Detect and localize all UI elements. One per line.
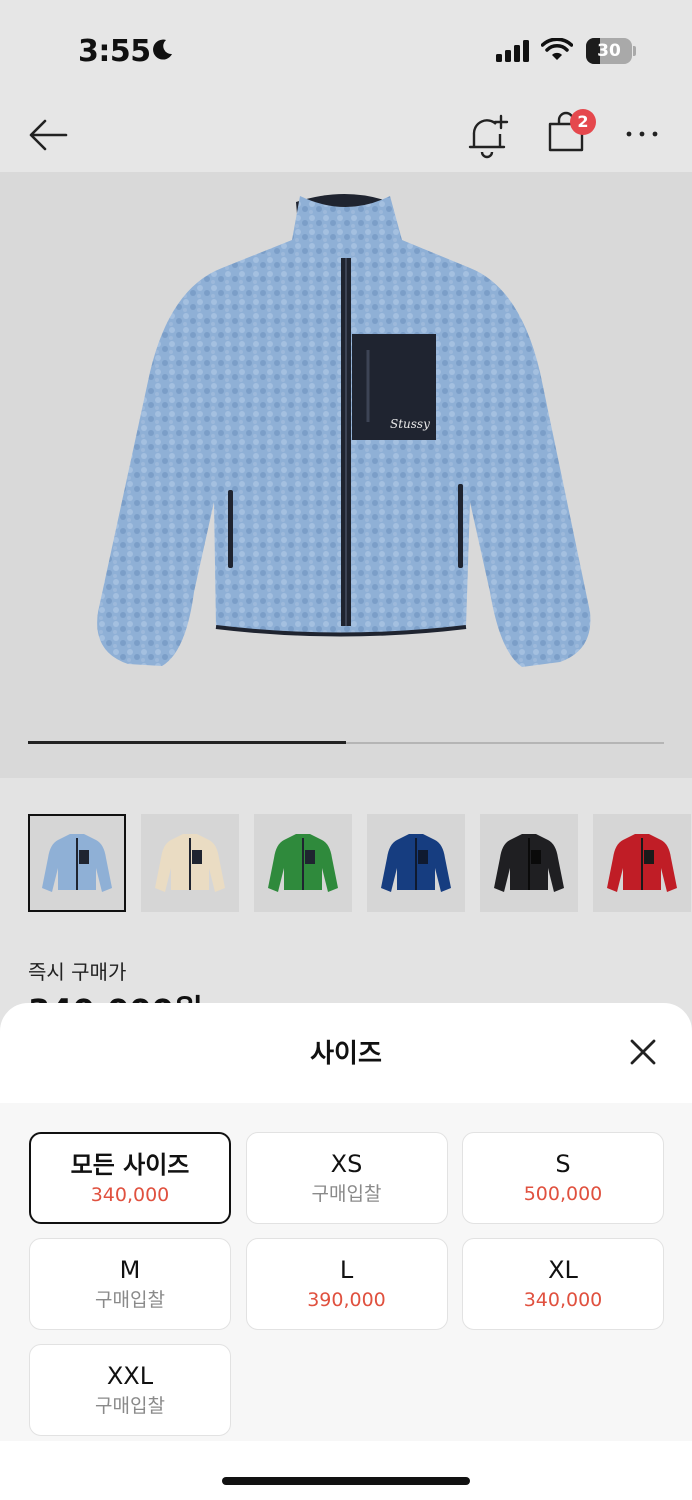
size-price: 구매입찰 [95,1395,165,1417]
product-image-gallery[interactable]: Stussy [0,172,692,778]
size-options-grid: 모든 사이즈 340,000 XS 구매입찰 S 500,000 M 구매입찰 L 390,000… [0,1103,692,1441]
cellular-signal-icon [496,40,529,62]
size-option-xl[interactable]: XL 340,000 [462,1238,664,1330]
jacket-thumbnail-icon [268,834,338,892]
cart-count-badge: 2 [570,109,596,135]
color-thumbnail[interactable] [367,814,465,912]
battery-indicator: 30 [586,38,632,64]
moon-icon [153,39,172,60]
wifi-icon [541,38,573,60]
battery-nub [633,46,636,56]
size-price: 구매입찰 [95,1289,165,1311]
color-thumbnail[interactable] [480,814,578,912]
color-thumbnail[interactable] [254,814,352,912]
back-arrow-icon[interactable] [26,112,72,158]
size-price: 500,000 [523,1183,603,1205]
size-option-xs[interactable]: XS 구매입찰 [245,1132,448,1224]
sheet-title: 사이즈 [310,1039,382,1069]
jacket-thumbnail-icon [494,834,564,892]
jacket-thumbnail-icon [607,834,677,892]
close-icon[interactable] [628,1037,658,1067]
jacket-thumbnail-icon [381,834,451,892]
color-thumbnail[interactable] [141,814,239,912]
size-label: XL [548,1256,578,1284]
fleece-jacket-image: Stussy [97,194,591,667]
size-label: XS [330,1150,363,1178]
size-price: 340,000 [523,1289,603,1311]
battery-percent: 30 [597,41,621,61]
size-option-l[interactable]: L 390,000 [245,1238,448,1330]
size-option-xxl[interactable]: XXL 구매입찰 [29,1344,231,1436]
size-price: 340,000 [90,1184,170,1206]
home-indicator [222,1477,470,1485]
jacket-thumbnail-icon [155,834,225,892]
gallery-progress-track [28,741,664,744]
size-option-모든-사이즈[interactable]: 모든 사이즈 340,000 [29,1132,231,1224]
size-label: L [339,1256,354,1284]
status-bar: 3:55 30 [0,0,692,100]
gallery-progress-fill [28,741,346,744]
size-label: 모든 사이즈 [70,1151,190,1179]
size-price: 구매입찰 [311,1183,382,1205]
more-options-icon[interactable] [624,120,660,148]
size-bottom-sheet: 사이즈 모든 사이즈 340,000 XS 구매입찰 S 500,000 M 구매입찰 L 390… [0,1003,692,1500]
size-label: M [119,1256,141,1284]
status-time: 3:55 [78,34,151,69]
bell-add-icon[interactable] [466,110,510,160]
size-label: XXL [106,1362,154,1390]
size-option-s[interactable]: S 500,000 [462,1132,664,1224]
svg-text:Stussy: Stussy [390,417,430,431]
color-thumbnail[interactable] [28,814,126,912]
instant-buy-price-label: 즉시 구매가 [28,960,127,984]
size-option-m[interactable]: M 구매입찰 [29,1238,231,1330]
color-thumbnail-strip [28,814,692,914]
color-thumbnail[interactable] [593,814,691,912]
jacket-thumbnail-icon [42,834,112,892]
size-label: S [555,1150,571,1178]
size-price: 390,000 [307,1289,386,1311]
